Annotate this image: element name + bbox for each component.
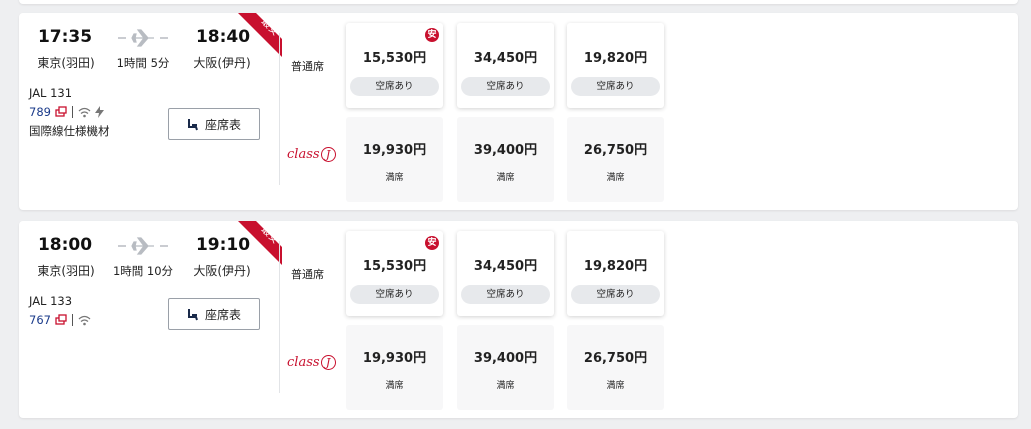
fare-price: 26,750円: [583, 143, 648, 158]
wifi-icon: [78, 107, 91, 118]
fare-status: 空席あり: [350, 77, 439, 96]
flight-duration: 1時間 5分: [116, 56, 170, 70]
seat-power-icon: [55, 106, 67, 117]
fare-status: 満席: [496, 381, 515, 391]
fare-status: 空席あり: [571, 285, 660, 304]
fare-price: 19,930円: [362, 351, 427, 366]
fare-status: 満席: [385, 381, 404, 391]
flight-card: 17:35 18:40 東京(羽田) 1時間 5分 大阪(伊丹) 最安 JAL …: [19, 13, 1018, 210]
departure-airport: 東京(羽田): [37, 264, 95, 278]
departure-time: 18:00: [37, 235, 93, 255]
cabin-label-economy: 普通席: [291, 268, 324, 281]
fare-status: 空席あり: [461, 285, 550, 304]
flight-number: JAL 131: [29, 86, 73, 100]
fare-option[interactable]: 19,820円 空席あり: [567, 23, 664, 108]
fare-option-sold-out: 26,750円 満席: [567, 117, 664, 202]
departure-time: 17:35: [37, 27, 93, 47]
aircraft-type-link[interactable]: 789: [29, 105, 51, 119]
fare-price: 34,450円: [473, 51, 538, 66]
fare-price: 15,530円: [362, 51, 427, 66]
fare-status: 満席: [606, 173, 625, 183]
divider: [279, 33, 280, 185]
flight-duration: 1時間 10分: [112, 264, 174, 278]
fare-status: 満席: [606, 381, 625, 391]
fare-status: 満席: [385, 173, 404, 183]
class-j-logo: class J: [287, 355, 336, 370]
fare-status: 空席あり: [461, 77, 550, 96]
international-aircraft-note: 国際線仕様機材: [29, 124, 110, 138]
fare-option[interactable]: 19,820円 空席あり: [567, 231, 664, 316]
separator: [71, 314, 73, 326]
fare-option[interactable]: 安 15,530円 空席あり: [346, 231, 443, 316]
fare-price: 19,930円: [362, 143, 427, 158]
cheapest-badge: 安: [425, 28, 439, 42]
seat-map-button[interactable]: 座席表: [168, 108, 260, 140]
fare-price: 19,820円: [583, 259, 648, 274]
fare-price: 19,820円: [583, 51, 648, 66]
separator: [71, 106, 73, 118]
cheapest-ribbon: 最安: [238, 221, 282, 265]
fare-option-sold-out: 39,400円 満席: [457, 325, 554, 410]
fare-status: 満席: [496, 173, 515, 183]
plane-icon: [118, 29, 168, 47]
fare-price: 39,400円: [473, 143, 538, 158]
seat-icon: [187, 118, 198, 130]
seat-power-icon: [55, 314, 67, 325]
previous-card-edge: [19, 0, 1018, 4]
fare-option-sold-out: 19,930円 満席: [346, 325, 443, 410]
aircraft-info: 767: [29, 313, 91, 327]
cheapest-badge: 安: [425, 236, 439, 250]
fare-status: 空席あり: [350, 285, 439, 304]
fare-option-sold-out: 19,930円 満席: [346, 117, 443, 202]
departure-airport: 東京(羽田): [37, 56, 95, 70]
seat-map-label: 座席表: [204, 307, 241, 322]
fare-price: 39,400円: [473, 351, 538, 366]
flight-card: 18:00 19:10 東京(羽田) 1時間 10分 大阪(伊丹) 最安 JAL…: [19, 221, 1018, 418]
fare-option-sold-out: 26,750円 満席: [567, 325, 664, 410]
flight-number: JAL 133: [29, 294, 73, 308]
power-icon: [94, 106, 104, 118]
aircraft-type-link[interactable]: 767: [29, 313, 51, 327]
aircraft-info: 789: [29, 105, 104, 119]
seat-icon: [187, 308, 198, 320]
cheapest-ribbon: 最安: [238, 13, 282, 57]
fare-price: 15,530円: [362, 259, 427, 274]
fare-option-sold-out: 39,400円 満席: [457, 117, 554, 202]
cabin-label-economy: 普通席: [291, 60, 324, 73]
wifi-icon: [78, 315, 91, 326]
fare-option[interactable]: 34,450円 空席あり: [457, 23, 554, 108]
class-j-logo: class J: [287, 147, 336, 162]
plane-icon: [118, 237, 168, 255]
fare-status: 空席あり: [571, 77, 660, 96]
divider: [279, 241, 280, 393]
fare-price: 26,750円: [583, 351, 648, 366]
seat-map-label: 座席表: [204, 117, 241, 132]
fare-option[interactable]: 34,450円 空席あり: [457, 231, 554, 316]
seat-map-button[interactable]: 座席表: [168, 298, 260, 330]
fare-price: 34,450円: [473, 259, 538, 274]
fare-option[interactable]: 安 15,530円 空席あり: [346, 23, 443, 108]
